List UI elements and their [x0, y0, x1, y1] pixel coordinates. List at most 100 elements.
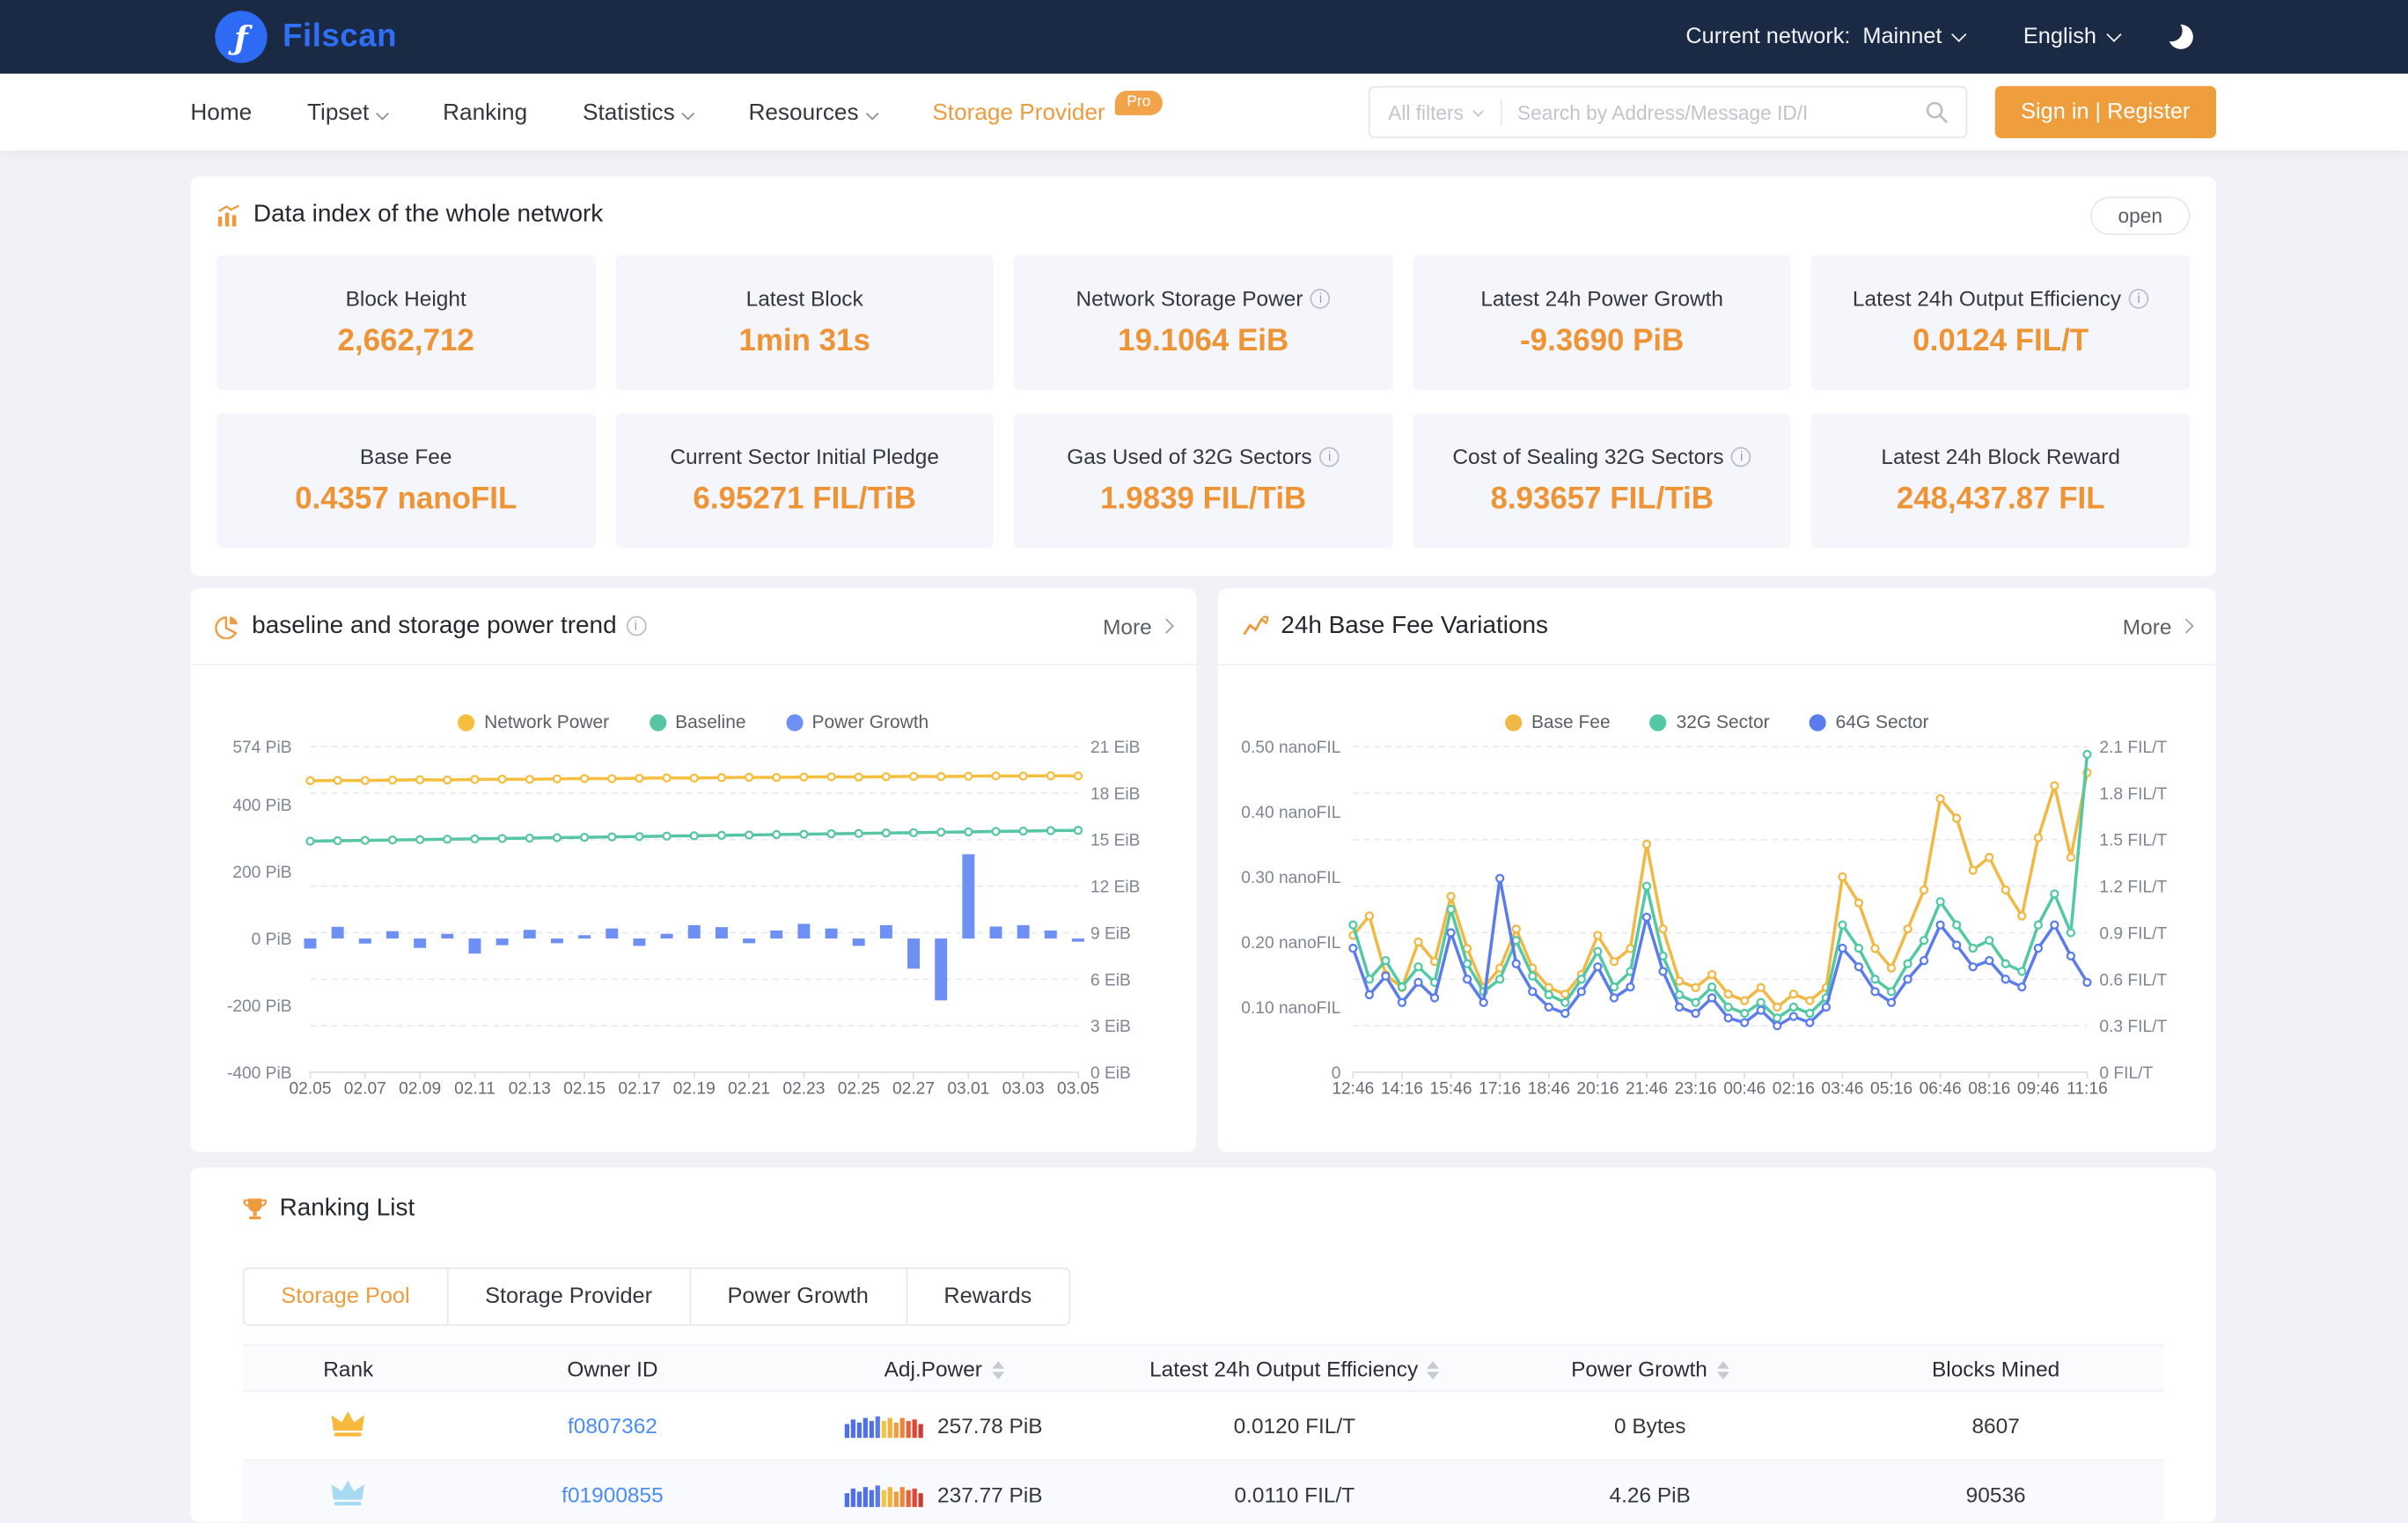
column-label: Adj.Power	[885, 1356, 982, 1380]
sign-in-register-button[interactable]: Sign in | Register	[1994, 86, 2216, 138]
stat-value: 0.4357 nanoFIL	[295, 482, 517, 518]
stat-label: Latest Block	[746, 286, 863, 311]
search-input[interactable]	[1502, 100, 1925, 123]
language-value: English	[2023, 25, 2096, 49]
svg-text:02:16: 02:16	[1773, 1079, 1815, 1098]
tab-storage-pool[interactable]: Storage Pool	[244, 1269, 446, 1324]
svg-text:17:16: 17:16	[1479, 1079, 1521, 1098]
sort-icon[interactable]	[991, 1361, 1003, 1380]
stat-label-text: Latest 24h Power Growth	[1480, 286, 1723, 311]
cell-adj-power: 257.78 PiB	[771, 1391, 1117, 1460]
stat-label-text: Latest Block	[746, 286, 863, 311]
cell-power-growth: 4.26 PiB	[1472, 1460, 1828, 1523]
column-header-power-growth[interactable]: Power Growth	[1472, 1345, 1828, 1391]
power-trend-more-link[interactable]: More	[1103, 614, 1171, 638]
stat-card-cost-of-sealing-32g-sectors: Cost of Sealing 32G Sectorsi8.93657 FIL/…	[1413, 413, 1791, 548]
tab-storage-provider[interactable]: Storage Provider	[447, 1269, 689, 1324]
stat-label: Base Fee	[360, 444, 452, 468]
stat-label-text: Current Sector Initial Pledge	[670, 444, 939, 468]
search-icon[interactable]	[1924, 99, 1949, 124]
stat-card-base-fee: Base Fee 0.4357 nanoFIL	[217, 413, 595, 548]
svg-text:15 EiB: 15 EiB	[1090, 832, 1141, 850]
stat-label: Latest 24h Output Efficiencyi	[1853, 286, 2149, 311]
stat-label-text: Gas Used of 32G Sectors	[1067, 444, 1311, 468]
svg-text:0.10 nanoFIL: 0.10 nanoFIL	[1241, 999, 1340, 1018]
column-header-blocks-mined: Blocks Mined	[1828, 1345, 2164, 1391]
owner-link[interactable]: f01900855	[562, 1483, 663, 1507]
svg-text:0 PiB: 0 PiB	[252, 931, 292, 949]
owner-link[interactable]: f0807362	[568, 1413, 657, 1438]
data-index-header: Data index of the whole network open	[217, 196, 2190, 233]
charts-row: baseline and storage power trend i More …	[190, 588, 2216, 1151]
nav-item-statistics[interactable]: Statistics	[583, 99, 694, 126]
stat-label-text: Block Height	[346, 286, 466, 311]
nav-item-resources[interactable]: Resources	[748, 99, 877, 126]
svg-text:03.05: 03.05	[1057, 1079, 1099, 1098]
nav-item-ranking[interactable]: Ranking	[443, 99, 527, 126]
nav-item-label: Home	[190, 99, 252, 126]
nav-item-tipset[interactable]: Tipset	[307, 99, 387, 126]
stat-value: 6.95271 FIL/TiB	[693, 482, 915, 518]
more-label: More	[1103, 614, 1152, 638]
svg-text:1.8 FIL/T: 1.8 FIL/T	[2099, 785, 2167, 804]
stat-value: 2,662,712	[338, 324, 474, 359]
chevron-down-icon	[1952, 26, 1967, 41]
stat-value: 1min 31s	[738, 324, 870, 359]
ranking-card: Ranking List Storage PoolStorage Provide…	[190, 1167, 2216, 1522]
tab-power-growth[interactable]: Power Growth	[689, 1269, 906, 1324]
column-label: Owner ID	[567, 1356, 657, 1380]
svg-text:400 PiB: 400 PiB	[232, 797, 291, 815]
info-icon[interactable]: i	[626, 616, 646, 636]
svg-text:02.13: 02.13	[509, 1079, 551, 1098]
tab-rewards[interactable]: Rewards	[906, 1269, 1068, 1324]
main-content: Data index of the whole network open Blo…	[0, 151, 2408, 1522]
svg-text:0.40 nanoFIL: 0.40 nanoFIL	[1241, 804, 1340, 822]
info-icon[interactable]: i	[1310, 288, 1331, 308]
svg-text:-200 PiB: -200 PiB	[227, 997, 292, 1016]
power-trend-chart[interactable]: 574 PiB400 PiB200 PiB0 PiB-200 PiB-400 P…	[190, 724, 1196, 1107]
svg-text:0.6 FIL/T: 0.6 FIL/T	[2099, 971, 2167, 990]
base-fee-more-link[interactable]: More	[2123, 614, 2191, 638]
nav-menu: Home Tipset Ranking Statistics Resources Stor…	[190, 99, 1218, 126]
search-area: All filters Sign in | Register	[1369, 86, 2217, 138]
info-icon[interactable]: i	[1731, 446, 1751, 467]
svg-text:20:16: 20:16	[1576, 1079, 1619, 1098]
column-label: Power Growth	[1571, 1356, 1707, 1380]
dark-mode-toggle-moon-icon[interactable]	[2169, 25, 2193, 49]
stat-value: 1.9839 FIL/TiB	[1100, 482, 1306, 518]
stat-label: Current Sector Initial Pledge	[670, 444, 939, 468]
all-filters-dropdown[interactable]: All filters	[1369, 100, 1501, 123]
filscan-logo[interactable]: ƒ Filscan	[215, 11, 397, 63]
stat-label: Latest 24h Block Reward	[1881, 444, 2120, 468]
sort-icon[interactable]	[1716, 1361, 1729, 1380]
network-selector[interactable]: Current network: Mainnet	[1685, 25, 1964, 49]
base-fee-chart[interactable]: 0.50 nanoFIL0.40 nanoFIL0.30 nanoFIL0.20…	[1218, 724, 2216, 1107]
svg-text:0.9 FIL/T: 0.9 FIL/T	[2099, 924, 2167, 943]
more-label: More	[2123, 614, 2172, 638]
nav-item-home[interactable]: Home	[190, 99, 252, 126]
chevron-down-icon	[2106, 26, 2121, 41]
svg-text:09:46: 09:46	[2017, 1079, 2059, 1098]
svg-text:12:46: 12:46	[1332, 1079, 1374, 1098]
stat-card-network-storage-power: Network Storage Poweri 19.1064 EiB	[1014, 255, 1392, 391]
stat-card-latest-24h-output-efficiency: Latest 24h Output Efficiencyi0.0124 FIL/…	[1811, 255, 2190, 391]
sort-icon[interactable]	[1428, 1361, 1440, 1380]
stat-card-block-height: Block Height 2,662,712	[217, 255, 595, 391]
svg-text:03.03: 03.03	[1002, 1079, 1045, 1098]
table-row: f0807362257.78 PiB0.0120 FIL/T0 Bytes860…	[243, 1391, 2164, 1460]
trophy-icon	[243, 1196, 268, 1221]
column-header-adj-power[interactable]: Adj.Power	[771, 1345, 1117, 1391]
column-header-latest-24h-output-efficiency[interactable]: Latest 24h Output Efficiency	[1117, 1345, 1472, 1391]
ranking-table-body: f0807362257.78 PiB0.0120 FIL/T0 Bytes860…	[243, 1391, 2164, 1522]
nav-item-storage-provider[interactable]: Storage ProviderPro	[932, 99, 1163, 126]
svg-text:02.19: 02.19	[673, 1079, 716, 1098]
language-selector[interactable]: English	[2023, 25, 2119, 49]
info-icon[interactable]: i	[1319, 446, 1340, 467]
stat-value: 19.1064 EiB	[1118, 324, 1288, 359]
pie-chart-icon	[215, 614, 239, 638]
stat-label: Block Height	[346, 286, 466, 311]
svg-text:08:16: 08:16	[1968, 1079, 2010, 1098]
open-button[interactable]: open	[2090, 195, 2190, 234]
stat-label: Network Storage Poweri	[1076, 286, 1330, 311]
info-icon[interactable]: i	[2129, 288, 2149, 308]
